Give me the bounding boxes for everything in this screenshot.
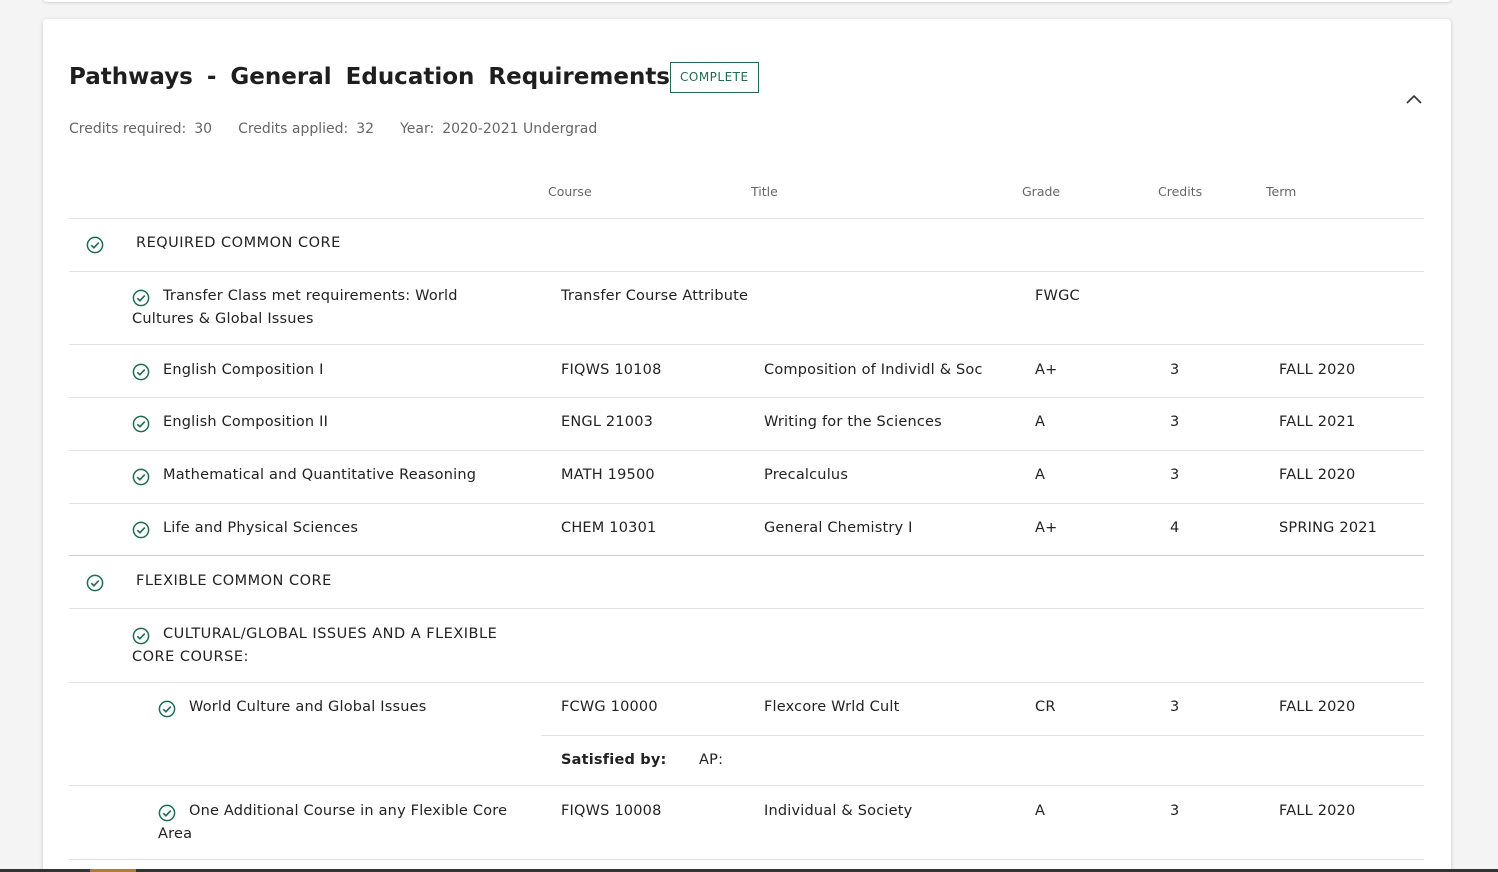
subgroup-name: CULTURAL/GLOBAL ISSUES AND A FLEXIBLE (163, 626, 498, 642)
check-circle-icon (132, 627, 150, 645)
divider (69, 397, 1424, 398)
check-circle-icon (132, 468, 150, 486)
requirement-name-cont: Cultures & Global Issues (132, 311, 314, 327)
course-cell: FIQWS 10108 (561, 362, 662, 378)
course-cell: FCWG 10000 (561, 699, 658, 715)
check-circle-icon (132, 521, 150, 539)
divider (69, 859, 1424, 860)
section-meta: Credits required: 30 Credits applied: 32 Y… (69, 121, 597, 137)
title-cell: Composition of Individl & Soc (764, 362, 983, 378)
term-cell: FALL 2020 (1279, 699, 1356, 715)
requirement-name: World Culture and Global Issues (189, 699, 427, 715)
previous-card-edge (43, 0, 1451, 2)
grade-cell: A (1035, 803, 1046, 819)
satisfied-by-label: Satisfied by: (561, 752, 667, 768)
requirement-name: Mathematical and Quantitative Reasoning (163, 467, 477, 483)
check-circle-icon (132, 289, 150, 307)
requirement-name: Transfer Class met requirements: World (163, 288, 458, 304)
group-required-common-core: REQUIRED COMMON CORE (136, 235, 341, 251)
grade-cell: A+ (1035, 520, 1058, 536)
credits-applied-label: Credits applied: (238, 121, 349, 137)
requirement-name: Life and Physical Sciences (163, 520, 359, 536)
requirement-name: English Composition I (163, 362, 324, 378)
check-circle-icon (158, 804, 176, 822)
check-circle-icon (86, 236, 104, 254)
course-cell: CHEM 10301 (561, 520, 657, 536)
divider (541, 735, 1424, 736)
course-cell: ENGL 21003 (561, 414, 654, 430)
title-cell: Precalculus (764, 467, 849, 483)
term-cell: FALL 2020 (1279, 362, 1356, 378)
subgroup-name-cont: CORE COURSE: (132, 649, 249, 665)
chevron-up-icon[interactable] (1405, 91, 1423, 109)
grade-cell: A+ (1035, 362, 1058, 378)
credits-cell: 3 (1170, 362, 1180, 378)
divider (69, 682, 1424, 683)
column-header-term: Term (1266, 184, 1297, 199)
check-circle-icon (86, 574, 104, 592)
credits-cell: 4 (1170, 520, 1180, 536)
grade-cell: CR (1035, 699, 1056, 715)
column-header-course: Course (548, 184, 592, 199)
term-cell: FALL 2020 (1279, 803, 1356, 819)
divider (69, 608, 1424, 609)
requirement-name-cont: Area (158, 826, 193, 842)
title-cell: General Chemistry I (764, 520, 913, 536)
requirement-name: English Composition II (163, 414, 329, 430)
credits-required-label: Credits required: (69, 121, 187, 137)
column-header-grade: Grade (1022, 184, 1061, 199)
grade-cell: A (1035, 467, 1046, 483)
credits-applied-value: 32 (356, 121, 375, 137)
check-circle-icon (132, 363, 150, 381)
term-cell: FALL 2021 (1279, 414, 1356, 430)
credits-cell: 3 (1170, 414, 1180, 430)
title-cell: Flexcore Wrld Cult (764, 699, 900, 715)
grade-cell: A (1035, 414, 1046, 430)
divider (69, 271, 1424, 272)
group-flexible-common-core: FLEXIBLE COMMON CORE (136, 573, 332, 589)
title-cell: Individual & Society (764, 803, 913, 819)
credits-cell: 3 (1170, 803, 1180, 819)
satisfied-by-value: AP: (699, 752, 724, 768)
term-cell: SPRING 2021 (1279, 520, 1378, 536)
divider (69, 503, 1424, 504)
section-title: Pathways - General Education Requirement… (69, 64, 670, 90)
divider (69, 344, 1424, 345)
year-label: Year: (400, 121, 435, 137)
credits-required-value: 30 (194, 121, 213, 137)
credits-cell: 3 (1170, 467, 1180, 483)
status-badge: COMPLETE (670, 62, 759, 93)
divider (69, 785, 1424, 786)
year-value: 2020-2021 Undergrad (442, 121, 598, 137)
requirement-name: One Additional Course in any Flexible Co… (189, 803, 508, 819)
credits-cell: 3 (1170, 699, 1180, 715)
course-cell: Transfer Course Attribute (561, 288, 749, 304)
divider (69, 555, 1424, 556)
divider (69, 450, 1424, 451)
divider (69, 218, 1424, 219)
requirements-card: Pathways - General Education Requirement… (43, 19, 1451, 872)
check-circle-icon (132, 415, 150, 433)
term-cell: FALL 2020 (1279, 467, 1356, 483)
check-circle-icon (158, 700, 176, 718)
course-cell: MATH 19500 (561, 467, 655, 483)
title-cell: Writing for the Sciences (764, 414, 942, 430)
course-cell: FIQWS 10008 (561, 803, 662, 819)
column-header-credits: Credits (1158, 184, 1203, 199)
grade-cell: FWGC (1035, 288, 1080, 304)
column-header-title: Title (751, 184, 778, 199)
